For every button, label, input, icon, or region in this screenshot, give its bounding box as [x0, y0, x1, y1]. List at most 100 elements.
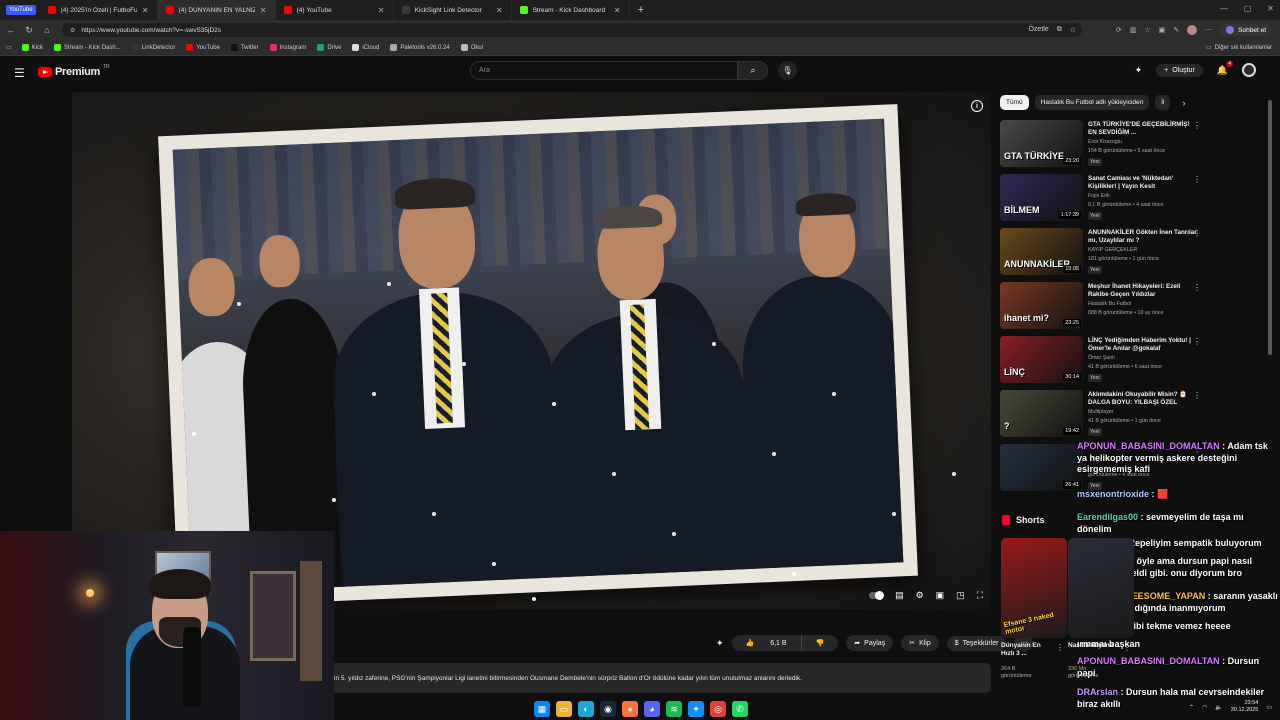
miniplayer-icon[interactable]: ▣: [936, 590, 945, 601]
summarize-label[interactable]: Özetle: [1028, 26, 1048, 34]
video-thumbnail[interactable]: GTA TÜRKİYE 23:20: [1000, 120, 1083, 167]
browser-tab[interactable]: Stream - Kick Dashboard ✕: [512, 0, 630, 20]
translate-icon[interactable]: ⧉: [1057, 26, 1062, 34]
battlenet-icon[interactable]: ✦: [688, 701, 704, 717]
video-thumbnail[interactable]: 26:41: [1000, 444, 1083, 491]
more-vert-icon[interactable]: ⋮: [1193, 229, 1201, 238]
video-thumbnail[interactable]: BİLMEM 1:17:39: [1000, 174, 1083, 221]
channel-name[interactable]: Fojix Erik: [1088, 193, 1110, 199]
tab-close-icon[interactable]: ✕: [378, 6, 385, 15]
channel-name[interactable]: Ömer Şanlı: [1088, 355, 1115, 361]
like-button[interactable]: 👍 6,1 B: [732, 635, 801, 651]
browser-tab[interactable]: (4) DÜNYANIN EN YALNIZ EVİNDE ✕: [157, 0, 276, 20]
bookmarks-folder-icon[interactable]: ▭: [6, 44, 12, 51]
recommended-video[interactable]: BİLMEM 1:17:39 Sanat Camiası ve 'Nüktedan'…: [1000, 174, 1250, 224]
favorites-icon[interactable]: ☆: [1144, 26, 1150, 34]
clock[interactable]: 23:54 30.12.2025: [1231, 700, 1259, 714]
network-icon[interactable]: ◠: [1202, 704, 1207, 711]
recommended-video[interactable]: GTA TÜRKİYE 23:20 GTA TÜRKİYE'DE GEÇEBİLİR…: [1000, 120, 1250, 170]
bookmark-item[interactable]: Kick: [21, 44, 43, 51]
cast-icon[interactable]: ◳: [956, 590, 965, 601]
share-button[interactable]: ➦ Paylaş: [846, 635, 894, 651]
dislike-button[interactable]: 👎: [800, 635, 839, 651]
ai-sparkle-icon[interactable]: ✦: [716, 638, 724, 649]
more-vert-icon[interactable]: ⋮: [1123, 643, 1131, 652]
minimize-icon[interactable]: —: [1220, 4, 1228, 13]
recommended-video[interactable]: ihanet mi? 23:25 Meşhur İhanet Hikayeleri:…: [1000, 282, 1250, 332]
video-thumbnail[interactable]: LİNÇ 30:14: [1000, 336, 1083, 383]
extension-icon[interactable]: ⟳: [1116, 26, 1122, 34]
more-vert-icon[interactable]: ⋮: [1056, 643, 1064, 652]
edge-icon[interactable]: ◐: [578, 701, 594, 717]
reload-icon[interactable]: ↻: [20, 25, 38, 36]
channel-name[interactable]: Enis Kirazoglu: [1088, 139, 1122, 145]
subtitles-icon[interactable]: ▤: [895, 590, 904, 601]
notification-center-icon[interactable]: ▭: [1266, 704, 1272, 711]
account-avatar[interactable]: [1242, 63, 1256, 77]
clip-button[interactable]: ✂ Klip: [901, 635, 939, 651]
back-icon[interactable]: ←: [2, 25, 20, 35]
more-vert-icon[interactable]: ⋮: [1193, 283, 1201, 292]
tab-close-icon[interactable]: ✕: [260, 6, 267, 15]
video-title[interactable]: Sanat Camiası ve 'Nüktedan' Kişilikler! …: [1088, 175, 1200, 191]
windows-start-icon[interactable]: ▦: [534, 701, 550, 717]
bookmark-item[interactable]: Instagram: [269, 44, 306, 51]
discord-icon[interactable]: ◕: [644, 701, 660, 717]
chevron-right-icon[interactable]: ›: [1182, 98, 1185, 108]
firefox-icon[interactable]: ●: [622, 701, 638, 717]
settings-gear-icon[interactable]: ⚙: [916, 590, 924, 601]
scrollbar[interactable]: [1268, 100, 1272, 355]
tab-close-icon[interactable]: ✕: [142, 6, 149, 15]
home-icon[interactable]: ⌂: [38, 25, 56, 35]
autoplay-toggle[interactable]: [869, 591, 885, 600]
video-thumbnail[interactable]: ? 19:42: [1000, 390, 1083, 437]
chrome-icon[interactable]: ◎: [710, 701, 726, 717]
site-info-icon[interactable]: ⚙: [70, 27, 75, 34]
whatsapp-icon[interactable]: ✆: [732, 701, 748, 717]
recommended-video[interactable]: ANUNNAKİLER 19:05 ANUNNAKİLER Gökten İnen …: [1000, 228, 1250, 278]
bookmark-item[interactable]: Stream - Kick Dash...: [54, 44, 121, 51]
bookmark-item[interactable]: YouTube: [186, 44, 220, 51]
filter-chip[interactable]: Hastalık Bu Futbol adlı yükleyiciden: [1034, 95, 1150, 110]
video-title[interactable]: Aklımdakini Okuyabilir Misin? 🎅 DALGA BO…: [1088, 391, 1200, 407]
copilot-icon[interactable]: ✎: [1173, 26, 1179, 34]
channel-name[interactable]: KAYIP GERÇEKLER: [1088, 247, 1137, 253]
volume-icon[interactable]: 🔈: [1215, 704, 1222, 711]
bookmark-item[interactable]: iCloud: [352, 44, 379, 51]
recommended-video[interactable]: LİNÇ 30:14 LİNÇ Yediğimden Haberim Yoktu! …: [1000, 336, 1250, 386]
tab-close-icon[interactable]: ✕: [496, 6, 503, 15]
tab-close-icon[interactable]: ✕: [614, 6, 621, 15]
more-vert-icon[interactable]: ⋮: [1193, 121, 1201, 130]
description-box[interactable]: in 5. yıldız zaferine, PSG'nin Şampiyonl…: [330, 663, 991, 693]
bookmark-item[interactable]: Paletools v26.0.24: [390, 44, 450, 51]
spotify-icon[interactable]: ≋: [666, 701, 682, 717]
recommended-video[interactable]: ? 19:42 Aklımdakini Okuyabilir Misin? 🎅 DA…: [1000, 390, 1250, 440]
filter-chip[interactable]: İl: [1155, 95, 1171, 110]
short-caption[interactable]: Nasıl Muayene ...: [1068, 642, 1122, 650]
more-vert-icon[interactable]: ⋮: [1193, 391, 1201, 400]
short-thumbnail[interactable]: [1068, 538, 1134, 638]
other-bookmarks[interactable]: ▭ Diğer sık kullanılanlar: [1206, 44, 1280, 52]
short-caption[interactable]: Dünyanın En Hızlı 3 ...: [1001, 642, 1055, 658]
collections-icon[interactable]: ▣: [1159, 26, 1166, 34]
menu-icon[interactable]: ☰: [14, 66, 25, 80]
fullscreen-icon[interactable]: ⛶: [977, 590, 983, 601]
url-field[interactable]: ⚙ https://www.youtube.com/watch?v=-swvS3…: [62, 23, 1082, 37]
file-explorer-icon[interactable]: ▭: [556, 701, 572, 717]
tray-chevron-icon[interactable]: ⌃: [1189, 704, 1194, 711]
bookmark-item[interactable]: Drive: [317, 44, 341, 51]
split-view-icon[interactable]: ▥: [1130, 26, 1137, 34]
search-input[interactable]: Ara: [470, 61, 738, 80]
channel-name[interactable]: Multiplayer: [1088, 409, 1114, 415]
steam-icon[interactable]: ◉: [600, 701, 616, 717]
youtube-logo[interactable]: Premium TR: [38, 64, 110, 78]
video-title[interactable]: GTA TÜRKİYE'DE GEÇEBİLİRMİŞ! EN SEVDİĞİM…: [1088, 121, 1200, 137]
video-thumbnail[interactable]: ANUNNAKİLER 19:05: [1000, 228, 1083, 275]
video-title[interactable]: LİNÇ Yediğimden Haberim Yoktu! | Ömer'le…: [1088, 337, 1200, 353]
notifications-button[interactable]: 🔔 4: [1217, 60, 1233, 76]
more-vert-icon[interactable]: ⋮: [1193, 337, 1201, 346]
browser-tab[interactable]: (4) 2025'in Özeti | FutboFun akıldı ✕: [40, 0, 158, 20]
browser-tab[interactable]: (4) YouTube ✕: [276, 0, 394, 20]
filter-chip[interactable]: Tümü: [1000, 95, 1029, 110]
chat-button[interactable]: Sohbet et: [1220, 24, 1272, 36]
